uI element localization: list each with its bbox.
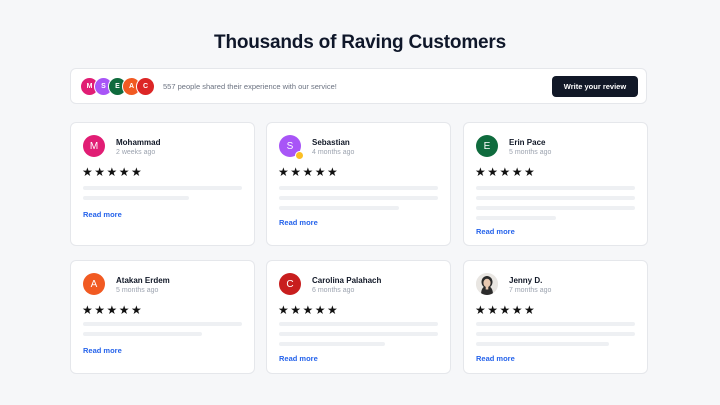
review-text-line: [476, 196, 635, 200]
status-badge-icon: [295, 151, 304, 160]
review-summary-bar: M S E A C 557 people shared their experi…: [70, 68, 647, 104]
avatar: M: [83, 135, 105, 157]
review-text-line: [279, 332, 438, 336]
write-review-button[interactable]: Write your review: [552, 76, 638, 97]
star-rating: ★★★★★: [278, 303, 340, 317]
page-title: Thousands of Raving Customers: [214, 32, 506, 53]
reviewer-name: Sebastian: [312, 138, 350, 147]
star-rating: ★★★★★: [82, 303, 144, 317]
review-text-line: [279, 196, 438, 200]
review-text-line: [279, 206, 399, 210]
review-text-line: [476, 332, 635, 336]
reviewer-name: Erin Pace: [509, 138, 546, 147]
star-rating: ★★★★★: [475, 303, 537, 317]
avatar: E: [476, 135, 498, 157]
review-time: 7 months ago: [509, 287, 552, 294]
review-text-line: [476, 186, 635, 190]
review-text-line: [476, 216, 556, 220]
review-text-line: [83, 322, 242, 326]
review-time: 6 months ago: [312, 287, 355, 294]
review-text-line: [476, 342, 609, 346]
star-rating: ★★★★★: [475, 165, 537, 179]
read-more-link[interactable]: Read more: [83, 210, 122, 219]
review-text-line: [476, 206, 635, 210]
review-card: S Sebastian 4 months ago ★★★★★ Read more: [266, 122, 451, 246]
reviewer-name: Jenny D.: [509, 276, 543, 285]
review-card: A Atakan Erdem 5 months ago ★★★★★ Read m…: [70, 260, 255, 374]
review-text-line: [279, 186, 438, 190]
read-more-link[interactable]: Read more: [476, 227, 515, 236]
review-card: C Carolina Palahach 6 months ago ★★★★★ R…: [266, 260, 451, 374]
avatar: S: [279, 135, 304, 160]
review-count-text: 557 people shared their experience with …: [163, 82, 337, 91]
avatar: C: [279, 273, 301, 295]
avatar: C: [136, 77, 155, 96]
read-more-link[interactable]: Read more: [279, 218, 318, 227]
review-time: 4 months ago: [312, 149, 355, 156]
review-time: 5 months ago: [116, 287, 159, 294]
read-more-link[interactable]: Read more: [83, 346, 122, 355]
avatar: A: [83, 273, 105, 295]
star-rating: ★★★★★: [82, 165, 144, 179]
review-card: E Erin Pace 5 months ago ★★★★★ Read more: [463, 122, 648, 246]
review-text-line: [279, 322, 438, 326]
read-more-link[interactable]: Read more: [476, 354, 515, 363]
review-card: Jenny D. 7 months ago ★★★★★ Read more: [463, 260, 648, 374]
reviewer-name: Mohammad: [116, 138, 161, 147]
review-time: 2 weeks ago: [116, 149, 156, 156]
read-more-link[interactable]: Read more: [279, 354, 318, 363]
review-text-line: [476, 322, 635, 326]
reviewer-name: Carolina Palahach: [312, 276, 382, 285]
avatar: [476, 273, 498, 295]
review-text-line: [83, 186, 242, 190]
review-text-line: [83, 196, 189, 200]
reviewer-name: Atakan Erdem: [116, 276, 170, 285]
user-photo-icon: [476, 273, 498, 295]
review-card: M Mohammad 2 weeks ago ★★★★★ Read more: [70, 122, 255, 246]
star-rating: ★★★★★: [278, 165, 340, 179]
review-text-line: [83, 332, 202, 336]
review-text-line: [279, 342, 385, 346]
review-time: 5 months ago: [509, 149, 552, 156]
